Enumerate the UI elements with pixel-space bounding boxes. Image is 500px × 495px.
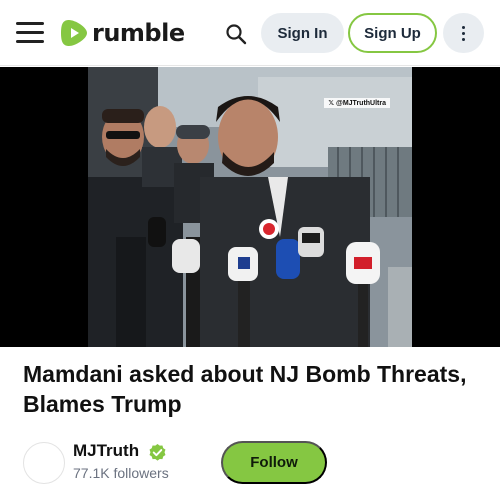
verified-check-icon [149, 443, 166, 461]
sign-up-button[interactable]: Sign Up [348, 13, 437, 53]
channel-avatar[interactable] [23, 442, 65, 484]
more-options-button[interactable] [443, 13, 484, 53]
logo-wordmark: rumble [92, 19, 185, 47]
sign-in-button[interactable]: Sign In [261, 13, 344, 53]
video-watermark: 𝕏 @MJTruthUltra [324, 98, 390, 108]
x-logo-icon: 𝕏 [328, 100, 334, 107]
video-player[interactable]: 𝕏 @MJTruthUltra [0, 67, 500, 347]
rumble-play-icon [61, 20, 87, 46]
search-icon[interactable] [225, 23, 247, 45]
video-title: Mamdani asked about NJ Bomb Threats, Bla… [23, 361, 467, 417]
watermark-text: @MJTruthUltra [336, 99, 386, 107]
follower-count: 77.1K followers [73, 465, 169, 481]
channel-name[interactable]: MJTruth [73, 441, 139, 461]
vertical-dots-icon [462, 25, 465, 41]
video-thumbnail-scene [88, 67, 412, 347]
video-frame[interactable]: 𝕏 @MJTruthUltra [88, 67, 412, 347]
top-nav-bar: rumble Sign In Sign Up [0, 0, 500, 66]
hamburger-menu-icon[interactable] [16, 22, 44, 44]
follow-button[interactable]: Follow [221, 441, 327, 484]
rumble-logo[interactable]: rumble [60, 17, 185, 49]
